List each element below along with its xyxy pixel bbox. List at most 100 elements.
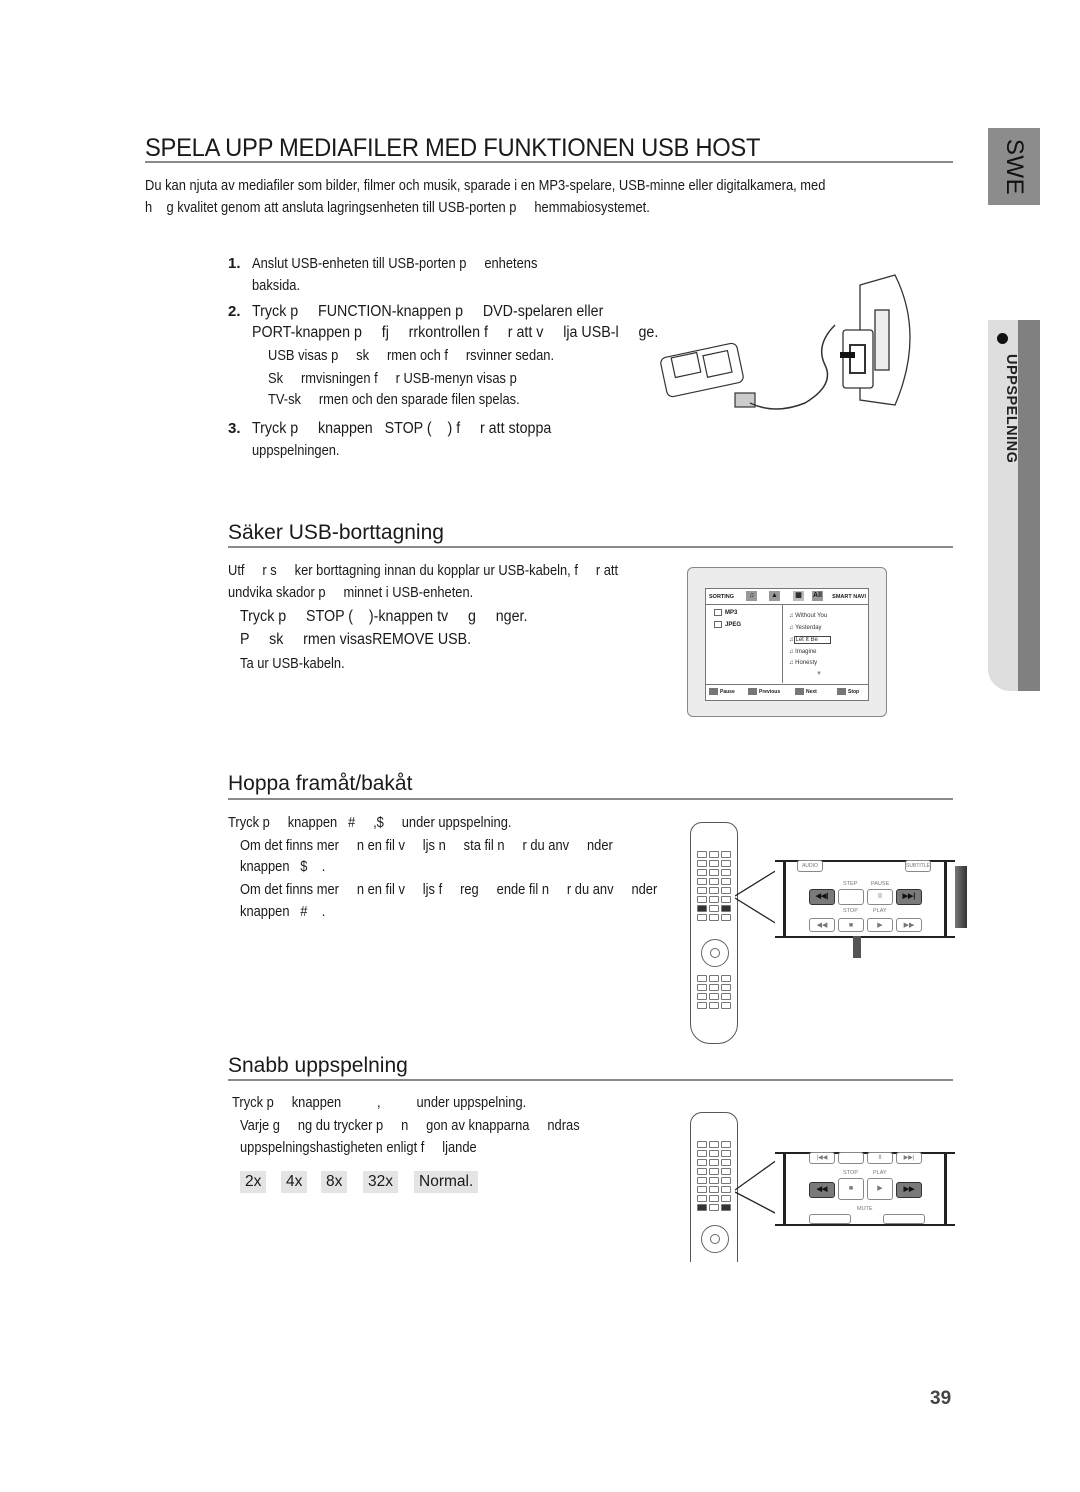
skip-forward-button[interactable]: ▶▶| [896,1152,922,1164]
step-button[interactable] [838,1152,864,1164]
page-title: SPELA UPP MEDIAFILER MED FUNKTIONEN USB … [145,134,761,162]
stop-icon [837,688,846,695]
usb-connection-illustration [660,274,911,410]
zoom-frame-right [944,862,947,936]
usb-cable [749,324,836,410]
device-side-icon [840,274,911,406]
volume-button[interactable] [809,1214,851,1224]
song-item-selected[interactable]: ♫ Let It Be [789,636,831,644]
song-title: Yesterday [795,625,822,631]
pause-button[interactable]: II [867,1152,893,1164]
title-rule [145,161,953,163]
step-3-line-2: uppspelningen. [252,442,340,459]
folder-panel [706,605,783,683]
control-label: Stop [848,688,860,695]
step-1-line-1: Anslut USB-enheten till USB-porten p enh… [252,255,538,272]
remote-control-illustration [690,822,738,1044]
language-tab[interactable]: SWE [988,128,1040,205]
song-title: Honesty [795,660,818,666]
skip-back-button[interactable]: ◀◀| [809,889,835,905]
fast-play-note-2: uppspelningshastigheten enligt f ljande [240,1139,477,1156]
control-label: Next [806,688,817,695]
remote-dpad [701,939,729,967]
remote-button-grid [697,851,731,921]
zoom-frame-left [783,1154,786,1224]
music-filter-icon[interactable]: ♫ [746,591,757,601]
step-2-note-1: USB visas p sk rmen och f rsvinner sedan… [268,347,555,364]
section-title: Snabb uppspelning [228,1054,408,1077]
intro-line-2: h g kvalitet genom att ansluta lagringse… [145,199,650,216]
speed-chip: 2x [240,1171,267,1193]
bullet-icon [997,333,1008,344]
callout-lines [735,1159,778,1215]
photo-filter-icon[interactable]: ▲ [769,591,780,601]
song-item[interactable]: ♫ Honesty [789,660,817,666]
fast-play-body: Tryck p knappen , under uppspelning. [232,1094,527,1111]
channel-button[interactable] [883,1214,925,1224]
folder-item[interactable]: MP3 [714,609,737,616]
chapter-tab[interactable]: UPPSPELNING [988,320,1040,691]
stop-control[interactable]: Stop [837,688,859,695]
song-item[interactable]: ♫ Imagine [789,649,817,655]
stop-label: STOP [843,908,858,914]
mp3-player-icon [660,342,756,408]
scroll-down-icon[interactable]: ▼ [816,671,822,677]
stop-button[interactable]: ■ [838,918,864,932]
play-label: PLAY [873,1170,887,1176]
all-filter[interactable]: All [812,591,823,601]
sorting-bar: SORTING ♫ ▲ ▦ All SMART NAVI [706,589,868,605]
previous-icon [748,688,757,695]
control-label: Pause [720,688,735,695]
skip-forward-button[interactable]: ▶▶| [896,889,922,905]
speed-chip: 4x [281,1171,308,1193]
remote-zoom-skip: AUDIO SUBTITLE STEP PAUSE ◀◀| II ▶▶| STO… [775,860,955,938]
step-1-line-2: baksida. [252,277,301,294]
play-button[interactable]: ▶ [867,1178,893,1200]
skip-note-4: knappen # . [240,903,326,920]
remote-control-illustration [690,1112,738,1262]
folder-label: MP3 [725,610,738,617]
subtitle-button[interactable]: SUBTITLE [905,860,931,872]
audio-button[interactable]: AUDIO [797,860,823,872]
safe-removal-step-1: Tryck p STOP ( )-knappen tv g nger. [240,608,528,625]
fast-forward-button[interactable]: ▶▶ [896,1182,922,1198]
speed-chip: 8x [321,1171,348,1193]
step-button[interactable] [838,889,864,905]
intro-line-1: Du kan njuta av mediafiler som bilder, f… [145,177,826,194]
play-button[interactable]: ▶ [867,918,893,932]
skip-note-3: Om det finns mer n en fil v ljs f reg en… [240,881,658,898]
skip-body: Tryck p knappen # ,$ under uppspelning. [228,814,512,831]
smart-navi-label: SMART NAVI [832,594,866,600]
music-note-icon: ♫ [789,637,794,643]
next-control[interactable]: Next [795,688,817,695]
zoom-frame-right [944,1154,947,1224]
section-title: Hoppa framåt/bakåt [228,772,413,795]
step-2-note-3: TV-sk rmen och den sparade filen spelas. [268,391,520,408]
remote-zoom-fast: |◀◀ II ▶▶| STOP PLAY ◀◀ ■ ▶ ▶▶ MUTE [775,1152,955,1226]
rewind-button[interactable]: ◀◀ [809,1182,835,1198]
safe-removal-body-2: undvika skador p minnet i USB-enheten. [228,584,474,601]
zoom-shadow [853,936,861,958]
song-item[interactable]: ♫ Yesterday [789,625,822,631]
movie-filter-icon[interactable]: ▦ [793,591,804,601]
sorting-label: SORTING [709,594,735,600]
step-number: 3. [228,420,241,437]
stop-label: STOP [843,1170,858,1176]
song-item[interactable]: ♫ Without You [789,613,827,619]
remote-button-grid [697,975,731,1009]
pause-button[interactable]: II [867,889,893,905]
fast-forward-button[interactable]: ▶▶ [896,918,922,932]
song-title: Without You [795,613,828,619]
safe-removal-step-2: P sk rmen visasREMOVE USB. [240,631,472,648]
previous-control[interactable]: Previous [748,688,780,695]
song-title: Let It Be [793,636,831,644]
skip-back-button[interactable]: |◀◀ [809,1152,835,1164]
stop-button[interactable]: ■ [838,1178,864,1200]
rewind-button[interactable]: ◀◀ [809,918,835,932]
fast-play-note-1: Varje g ng du trycker p n gon av knappar… [240,1117,580,1134]
pause-control[interactable]: Pause [709,688,735,695]
section-rule [228,798,953,800]
control-bar: Pause Previous Next Stop [706,684,868,700]
folder-item[interactable]: JPEG [714,621,741,628]
song-title: Imagine [795,649,817,655]
